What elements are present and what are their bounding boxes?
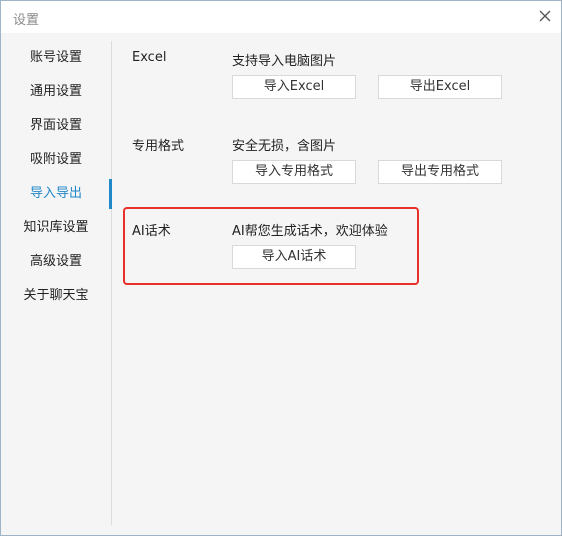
- window-title: 设置: [13, 13, 40, 28]
- close-icon: [539, 10, 551, 22]
- sidebar-item-knowledge-base[interactable]: 知识库设置: [1, 213, 111, 243]
- ai-section-description: AI帮您生成话术，欢迎体验: [232, 224, 388, 239]
- settings-window: 设置 账号设置 通用设置 界面设置 吸附设置 导入导出 知识库设置 高级设置 关…: [0, 0, 562, 536]
- sidebar-item-interface[interactable]: 界面设置: [1, 111, 111, 141]
- import-excel-button[interactable]: 导入Excel: [232, 75, 356, 99]
- import-ai-script-button[interactable]: 导入AI话术: [232, 245, 356, 269]
- excel-section-label: Excel: [132, 50, 167, 65]
- excel-section-description: 支持导入电脑图片: [232, 54, 337, 69]
- sidebar: 账号设置 通用设置 界面设置 吸附设置 导入导出 知识库设置 高级设置 关于聊天…: [1, 34, 111, 524]
- close-button[interactable]: [533, 5, 557, 27]
- sidebar-item-account[interactable]: 账号设置: [1, 43, 111, 73]
- export-excel-button[interactable]: 导出Excel: [378, 75, 502, 99]
- special-format-section-label: 专用格式: [132, 139, 185, 154]
- active-nav-indicator: [109, 179, 112, 209]
- ai-section-label: AI话术: [132, 224, 171, 239]
- title-bar: 设置: [1, 1, 561, 33]
- sidebar-divider: [111, 41, 112, 525]
- import-special-format-button[interactable]: 导入专用格式: [232, 160, 356, 184]
- special-format-section-description: 安全无损，含图片: [232, 139, 337, 154]
- sidebar-item-snap[interactable]: 吸附设置: [1, 145, 111, 175]
- sidebar-item-general[interactable]: 通用设置: [1, 77, 111, 107]
- sidebar-item-advanced[interactable]: 高级设置: [1, 247, 111, 277]
- export-special-format-button[interactable]: 导出专用格式: [378, 160, 502, 184]
- sidebar-item-import-export[interactable]: 导入导出: [1, 179, 111, 209]
- sidebar-item-about[interactable]: 关于聊天宝: [1, 281, 111, 311]
